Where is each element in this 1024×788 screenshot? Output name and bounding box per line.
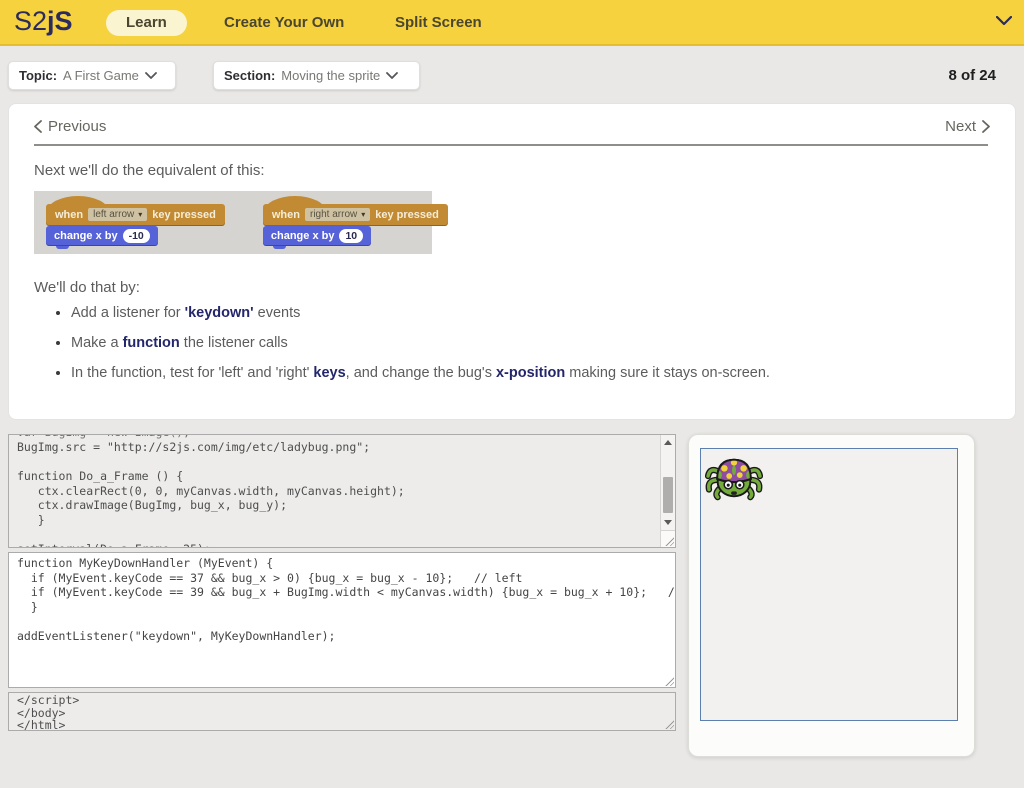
code-text-main: function MyKeyDownHandler (MyEvent) { if… [9, 553, 675, 646]
change-x-label: change x by [271, 230, 335, 242]
key-dropdown: right arrow ▾ [305, 208, 370, 221]
change-x-block: change x by 10 [263, 226, 371, 245]
header-chevron-down-icon[interactable] [996, 16, 1012, 26]
stage-card [688, 434, 975, 757]
section-value: Moving the sprite [281, 68, 380, 83]
hat-when-text: when [55, 209, 83, 221]
scrolled-clipped-line: var BugImg = new Image(); [9, 435, 675, 439]
hat-when-text: when [272, 209, 300, 221]
dropdown-triangle-icon: ▾ [138, 210, 142, 219]
code-panel-below[interactable]: </script> </body> </html> [8, 692, 676, 731]
resize-handle[interactable] [660, 530, 675, 547]
resize-handle[interactable] [664, 676, 674, 686]
chevron-left-icon [34, 120, 42, 133]
key-dropdown: left arrow ▾ [88, 208, 147, 221]
block-notch [273, 245, 286, 249]
change-x-value: -10 [123, 229, 150, 243]
key-value: right arrow [310, 209, 357, 220]
chevron-down-icon [386, 72, 398, 80]
hat-pressed-text: key pressed [152, 209, 216, 221]
topic-label: Topic: [19, 68, 57, 83]
scroll-up-arrow[interactable] [664, 440, 672, 445]
game-canvas [700, 448, 958, 721]
when-key-pressed-hat-block: when left arrow ▾ key pressed [46, 204, 225, 225]
next-label: Next [945, 118, 976, 135]
scratch-blocks-image: when left arrow ▾ key pressed change x b… [34, 191, 432, 254]
scratch-block-left-arrow: when left arrow ▾ key pressed change x b… [46, 204, 225, 254]
lesson-card: Previous Next Next we'll do the equivale… [8, 103, 1016, 420]
logo-part2: jS [47, 6, 73, 36]
followup-text: We'll do that by: [34, 279, 140, 296]
dropdown-triangle-icon: ▾ [361, 210, 365, 219]
next-button[interactable]: Next [945, 118, 990, 135]
code-text-below: </script> </body> </html> [9, 693, 675, 731]
change-x-block: change x by -10 [46, 226, 158, 245]
code-editor-main[interactable]: function MyKeyDownHandler (MyEvent) { if… [8, 552, 676, 688]
bullet-item: Make a function the listener calls [71, 335, 971, 351]
scroll-down-arrow[interactable] [664, 520, 672, 525]
topic-dropdown[interactable]: Topic: A First Game [8, 61, 176, 90]
section-dropdown[interactable]: Section: Moving the sprite [213, 61, 420, 90]
ladybug-sprite [705, 452, 763, 507]
scrollbar-thumb[interactable] [663, 477, 673, 513]
previous-label: Previous [48, 118, 106, 135]
change-x-label: change x by [54, 230, 118, 242]
bullet-item: Add a listener for 'keydown' events [71, 305, 971, 321]
block-notch [56, 245, 69, 249]
code-text-above: BugImg.src = "http://s2js.com/img/etc/la… [9, 439, 675, 548]
logo-part1: S2 [14, 6, 47, 36]
hat-pressed-text: key pressed [375, 209, 439, 221]
nav-tab-split-screen[interactable]: Split Screen [395, 10, 482, 36]
s2js-logo[interactable]: S2jS [14, 6, 73, 37]
change-x-value: 10 [339, 229, 363, 243]
nav-tab-learn[interactable]: Learn [106, 10, 187, 36]
nav-tab-create-your-own[interactable]: Create Your Own [224, 10, 344, 36]
when-key-pressed-hat-block: when right arrow ▾ key pressed [263, 204, 448, 225]
scrollbar-track[interactable] [660, 435, 675, 530]
previous-button[interactable]: Previous [34, 118, 106, 135]
topic-value: A First Game [63, 68, 139, 83]
top-navbar: S2jS Learn Create Your Own Split Screen [0, 0, 1024, 46]
intro-text: Next we'll do the equivalent of this: [34, 162, 265, 179]
chevron-down-icon [145, 72, 157, 80]
bullet-item: In the function, test for 'left' and 'ri… [71, 365, 971, 381]
bullet-list: Add a listener for 'keydown' events Make … [71, 305, 971, 395]
divider [34, 144, 988, 146]
section-label: Section: [224, 68, 275, 83]
key-value: left arrow [93, 209, 134, 220]
code-panel-above[interactable]: var BugImg = new Image(); BugImg.src = "… [8, 434, 676, 548]
page-indicator: 8 of 24 [948, 67, 996, 84]
chevron-right-icon [982, 120, 990, 133]
scratch-block-right-arrow: when right arrow ▾ key pressed change x … [263, 204, 448, 254]
